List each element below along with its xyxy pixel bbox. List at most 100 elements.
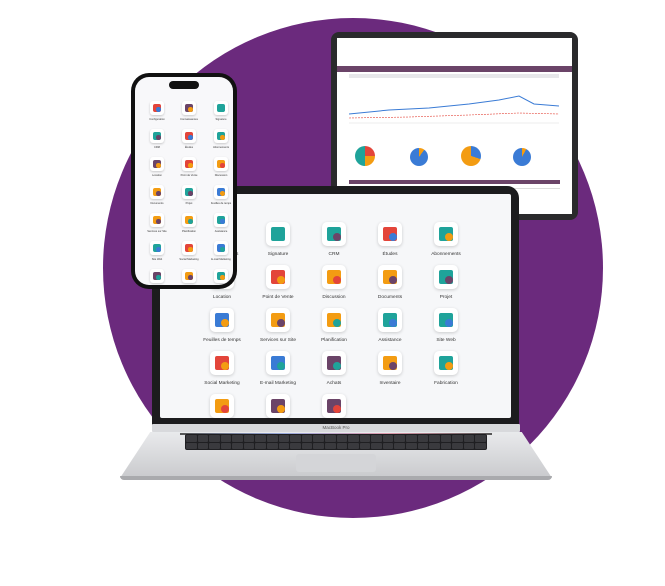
- app-grid: ConnaissancesSignatureCRMÉtudesAbonnemen…: [200, 222, 480, 418]
- phone-app-label: Site Web: [151, 258, 163, 261]
- app-launcher-item[interactable]: Fabrication: [424, 351, 468, 386]
- phone-app-item[interactable]: Services sur Site: [143, 213, 171, 233]
- paper-plane-icon-shape-accent: [276, 361, 285, 370]
- refresh-icon: [214, 129, 228, 143]
- app-launcher-item[interactable]: Études: [368, 222, 412, 257]
- dashboard-icon-shape-accent: [332, 404, 341, 413]
- app-launcher-item[interactable]: Documents: [368, 265, 412, 300]
- phone-app-item[interactable]: Signature: [207, 101, 233, 121]
- factory-icon: [434, 351, 458, 375]
- phone-app-item[interactable]: Documents: [143, 185, 171, 205]
- phone-device: Configuration Connaissances Signature CRM Ét…: [131, 73, 237, 289]
- app-launcher-item[interactable]: Discussion: [312, 265, 356, 300]
- app-label: Assistance: [378, 338, 402, 343]
- app-launcher-item[interactable]: RH: [256, 394, 300, 418]
- keyboard-key: [186, 435, 197, 442]
- employees-icon-shape-accent: [276, 404, 285, 413]
- keyboard-key: [336, 435, 348, 442]
- keyboard-key: [475, 442, 486, 449]
- crm-icon: [322, 222, 346, 246]
- app-launcher-item[interactable]: Inventaire: [368, 351, 412, 386]
- app-launcher-item[interactable]: Feuilles de temps: [200, 308, 244, 343]
- box-icon: [182, 269, 196, 283]
- phone-app-item[interactable]: Location: [143, 157, 171, 177]
- phone-app-item[interactable]: Assistance: [207, 213, 233, 233]
- keyboard-key: [267, 435, 278, 442]
- app-launcher-item[interactable]: E-mail Marketing: [256, 351, 300, 386]
- keyboard-key: [197, 442, 209, 449]
- refresh-icon-shape-accent: [220, 135, 225, 140]
- heart-icon-shape-accent: [220, 361, 229, 370]
- app-launcher-item[interactable]: Point de Vente: [256, 265, 300, 300]
- phone-app-item[interactable]: Projet: [175, 185, 203, 205]
- app-launcher-item[interactable]: CRM: [312, 222, 356, 257]
- app-launcher-item[interactable]: Social Marketing: [200, 351, 244, 386]
- timesheet-icon: [214, 185, 228, 199]
- app-launcher-item[interactable]: Abonnements: [424, 222, 468, 257]
- phone-app-label: Planification: [182, 230, 196, 233]
- keyboard-key: [267, 442, 278, 449]
- app-launcher-item[interactable]: Achats: [312, 351, 356, 386]
- heart-icon: [210, 351, 234, 375]
- project-icon: [182, 185, 196, 199]
- timesheet-icon-shape-accent: [220, 318, 229, 327]
- keyboard-key: [359, 442, 371, 449]
- phone-app-item[interactable]: Inventaire: [175, 269, 203, 285]
- phone-app-item[interactable]: Feuilles de temps: [207, 185, 233, 205]
- factory-icon-shape-accent: [220, 275, 225, 280]
- app-launcher-item[interactable]: Projet: [424, 265, 468, 300]
- keyboard-key: [209, 442, 220, 449]
- keyboard-key: [243, 442, 255, 449]
- location-icon: [150, 157, 164, 171]
- app-launcher-item[interactable]: Assistance: [368, 308, 412, 343]
- phone-app-item[interactable]: E-mail Marketing: [207, 241, 233, 261]
- box-icon-shape-accent: [388, 361, 397, 370]
- phone-app-item[interactable]: Discussion: [207, 157, 233, 177]
- phone-app-item[interactable]: Abonnements: [207, 129, 233, 149]
- keyboard-key: [278, 442, 290, 449]
- phone-app-item[interactable]: Configuration: [143, 101, 171, 121]
- phone-screen: Configuration Connaissances Signature CRM Ét…: [135, 77, 233, 285]
- phone-app-item[interactable]: Site Web: [143, 241, 171, 261]
- paper-plane-icon: [266, 351, 290, 375]
- shop-icon: [266, 265, 290, 289]
- phone-app-label: CRM: [154, 146, 160, 149]
- app-label: Fabrication: [434, 381, 458, 386]
- employees-icon: [266, 394, 290, 418]
- phone-app-item[interactable]: Point de Vente: [175, 157, 203, 177]
- app-launcher-item[interactable]: Site Web: [424, 308, 468, 343]
- heart-icon-shape-accent: [188, 247, 193, 252]
- helpdesk-icon: [214, 213, 228, 227]
- keyboard-key: [382, 435, 394, 442]
- chart-line: [349, 95, 559, 115]
- phone-app-item[interactable]: Connaissances: [175, 101, 203, 121]
- phone-app-item[interactable]: Achats: [143, 269, 171, 285]
- keyboard-key: [371, 435, 382, 442]
- app-launcher-item[interactable]: Ventes: [200, 394, 244, 418]
- app-launcher-item[interactable]: Signature: [256, 222, 300, 257]
- phone-app-item[interactable]: Fabrication: [207, 269, 233, 285]
- documents-icon-shape-accent: [388, 275, 397, 284]
- phone-app-item[interactable]: Social Marketing: [175, 241, 203, 261]
- documents-icon-shape-accent: [156, 191, 161, 196]
- keyboard-key: [255, 442, 267, 449]
- app-launcher-item[interactable]: Tableau de bord: [312, 394, 356, 418]
- keyboard-key: [324, 442, 336, 449]
- planning-icon-shape-accent: [332, 318, 341, 327]
- phone-app-label: Services sur Site: [147, 230, 167, 233]
- phone-app-item[interactable]: CRM: [143, 129, 171, 149]
- phone-app-item[interactable]: Études: [175, 129, 203, 149]
- pie-chart-1: [355, 146, 375, 166]
- app-launcher-item[interactable]: Services sur Site: [256, 308, 300, 343]
- phone-app-item[interactable]: Planification: [175, 213, 203, 233]
- sales-chart-icon: [210, 394, 234, 418]
- keyboard-key: [371, 442, 382, 449]
- keyboard-key: [255, 435, 267, 442]
- chat-icon: [322, 265, 346, 289]
- phone-app-label: Location: [152, 174, 162, 177]
- refresh-icon-shape-accent: [444, 232, 453, 241]
- app-label: Études: [382, 252, 398, 257]
- app-label: Signature: [267, 252, 289, 257]
- project-icon-shape-accent: [188, 191, 193, 196]
- app-launcher-item[interactable]: Planification: [312, 308, 356, 343]
